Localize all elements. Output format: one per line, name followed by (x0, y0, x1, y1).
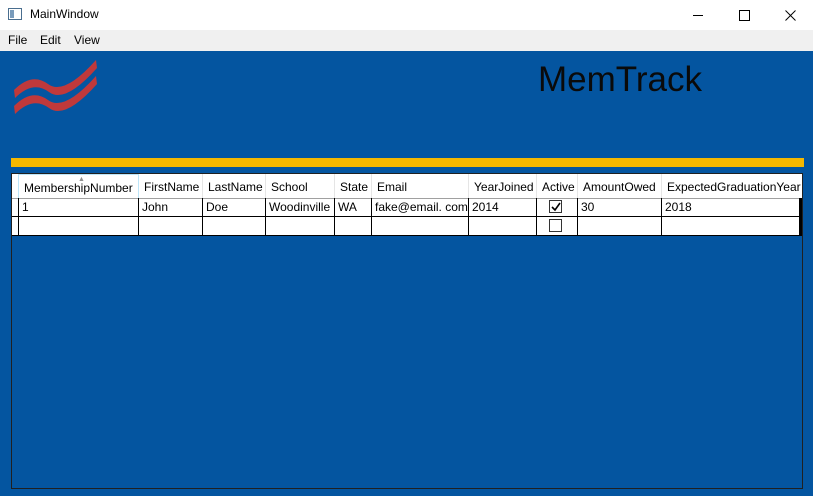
cell-state[interactable]: WA (335, 198, 372, 217)
row-header[interactable] (12, 217, 19, 236)
grid-right-border (800, 198, 802, 236)
column-header-row: ▲ MembershipNumber FirstName LastName Sc… (12, 174, 802, 198)
active-checkbox[interactable] (549, 200, 562, 213)
grid-rows: 1 John Doe Woodinville WA fake@email. co… (12, 198, 802, 236)
cell-membershipnumber[interactable] (19, 217, 139, 236)
cell-active[interactable] (537, 217, 578, 236)
column-header-school[interactable]: School (266, 174, 335, 198)
cell-amountowed[interactable]: 30 (578, 198, 662, 217)
column-header-label: MembershipNumber (24, 181, 133, 195)
cell-yearjoined[interactable]: 2014 (469, 198, 537, 217)
checkmark-icon (551, 202, 561, 212)
column-header-expectedgraduationyear[interactable]: ExpectedGraduationYear (662, 174, 802, 198)
app-window-icon (8, 8, 22, 20)
members-datagrid[interactable]: ▲ MembershipNumber FirstName LastName Sc… (11, 173, 803, 489)
title-bar: MainWindow (0, 0, 813, 30)
sort-ascending-icon: ▲ (78, 176, 85, 183)
cell-active[interactable] (537, 198, 578, 217)
menu-edit[interactable]: Edit (40, 33, 61, 47)
cell-state[interactable] (335, 217, 372, 236)
cell-email[interactable]: fake@email. com (372, 198, 469, 217)
cell-expectedgraduationyear[interactable]: 2018 (662, 198, 800, 217)
grid-table: ▲ MembershipNumber FirstName LastName Sc… (12, 174, 802, 236)
minimize-button[interactable] (675, 0, 721, 30)
cell-lastname[interactable]: Doe (203, 198, 266, 217)
accent-bar (11, 158, 804, 167)
column-header-firstname[interactable]: FirstName (139, 174, 203, 198)
column-header-label: ExpectedGraduationYear (667, 180, 801, 194)
close-icon (784, 9, 796, 21)
cell-firstname[interactable]: John (139, 198, 203, 217)
cell-yearjoined[interactable] (469, 217, 537, 236)
cell-school[interactable] (266, 217, 335, 236)
column-header-lastname[interactable]: LastName (203, 174, 266, 198)
cell-school[interactable]: Woodinville (266, 198, 335, 217)
column-header-label: School (271, 180, 308, 194)
cell-lastname[interactable] (203, 217, 266, 236)
cell-expectedgraduationyear[interactable] (662, 217, 800, 236)
cell-email[interactable] (372, 217, 469, 236)
column-header-label: Active (542, 180, 575, 194)
app-title: MemTrack (538, 60, 702, 99)
flag-stripes-icon (14, 60, 97, 114)
column-header-label: LastName (208, 180, 263, 194)
cell-membershipnumber[interactable]: 1 (19, 198, 139, 217)
table-row[interactable] (12, 217, 800, 236)
column-header-amountowed[interactable]: AmountOwed (578, 174, 662, 198)
cell-firstname[interactable] (139, 217, 203, 236)
minimize-icon (692, 14, 703, 16)
row-header[interactable] (12, 198, 19, 217)
column-header-membershipnumber[interactable]: ▲ MembershipNumber (18, 174, 139, 198)
menu-file[interactable]: File (8, 33, 27, 47)
column-header-label: State (340, 180, 369, 194)
column-header-label: YearJoined (474, 180, 534, 194)
menu-view[interactable]: View (74, 33, 100, 47)
window-title: MainWindow (30, 7, 99, 21)
close-button[interactable] (767, 0, 813, 30)
column-header-label: FirstName (144, 180, 200, 194)
cell-amountowed[interactable] (578, 217, 662, 236)
column-header-label: Email (377, 180, 408, 194)
maximize-button[interactable] (721, 0, 767, 30)
column-header-state[interactable]: State (335, 174, 372, 198)
column-header-label: AmountOwed (583, 180, 656, 194)
column-header-yearjoined[interactable]: YearJoined (469, 174, 537, 198)
menu-bar: File Edit View (0, 30, 813, 51)
column-header-active[interactable]: Active (537, 174, 578, 198)
table-row[interactable]: 1 John Doe Woodinville WA fake@email. co… (12, 198, 800, 217)
column-header-email[interactable]: Email (372, 174, 469, 198)
maximize-icon (738, 9, 750, 21)
active-checkbox[interactable] (549, 219, 562, 232)
